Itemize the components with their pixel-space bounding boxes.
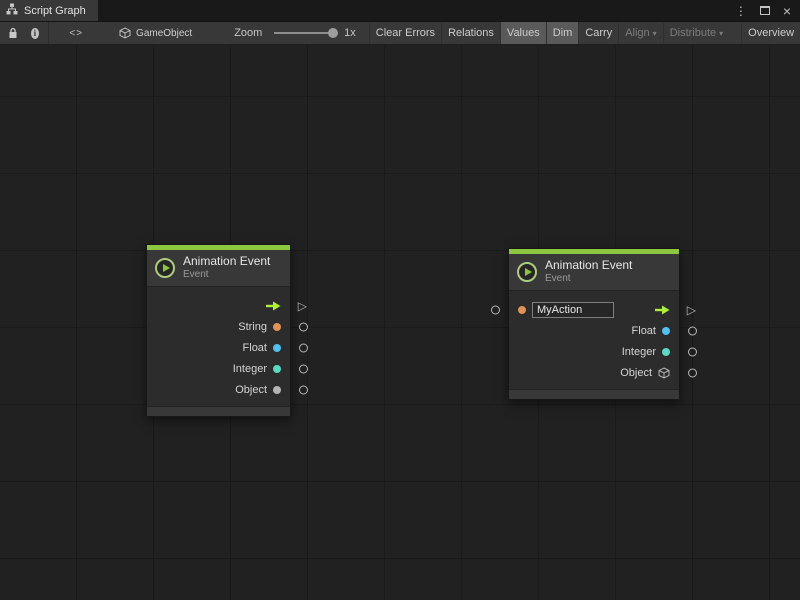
- script-graph-icon: [6, 3, 18, 18]
- node-subtitle: Event: [183, 269, 270, 280]
- port-label: Float: [632, 325, 656, 337]
- info-icon[interactable]: i: [31, 28, 39, 39]
- node-animation-event-2[interactable]: Animation Event Event ▷ Float: [508, 248, 680, 400]
- integer-output-port[interactable]: [688, 347, 697, 356]
- code-icon[interactable]: <>: [69, 22, 83, 44]
- string-type-icon: [518, 306, 526, 314]
- string-output-port[interactable]: [299, 322, 308, 331]
- node-title: Animation Event: [545, 259, 632, 272]
- port-label: Object: [620, 367, 652, 379]
- port-label: Object: [235, 384, 267, 396]
- node-body: ▷ String Float Integer Object: [147, 287, 290, 406]
- output-row-integer: Integer: [509, 341, 679, 362]
- integer-type-icon: [662, 348, 670, 356]
- zoom-value: 1x: [344, 27, 356, 39]
- relations-button[interactable]: Relations: [441, 22, 500, 45]
- node-header[interactable]: Animation Event Event: [147, 250, 290, 287]
- flow-arrow-icon: [654, 305, 670, 315]
- flow-arrow-icon: [265, 301, 281, 311]
- kebab-menu-icon[interactable]: ⋮: [735, 5, 747, 17]
- string-input-port[interactable]: [491, 305, 500, 314]
- clear-errors-button[interactable]: Clear Errors: [369, 22, 441, 45]
- close-icon[interactable]: ×: [783, 4, 791, 18]
- output-row-float: Float: [147, 337, 290, 358]
- distribute-button: Distribute ▾: [663, 22, 729, 45]
- toolbar-buttons: Clear Errors Relations Values Dim Carry …: [369, 22, 800, 45]
- object-output-port[interactable]: [299, 385, 308, 394]
- port-label: Float: [243, 342, 267, 354]
- output-row-object: Object: [509, 362, 679, 383]
- float-output-port[interactable]: [299, 343, 308, 352]
- port-label: String: [238, 321, 267, 333]
- zoom-slider-handle[interactable]: [328, 28, 338, 38]
- port-label: Integer: [622, 346, 656, 358]
- overview-button[interactable]: Overview: [741, 22, 800, 45]
- dim-button[interactable]: Dim: [546, 22, 579, 45]
- float-type-icon: [273, 344, 281, 352]
- output-row-float: Float: [509, 320, 679, 341]
- gameobject-label: GameObject: [136, 28, 192, 39]
- graph-canvas[interactable]: Animation Event Event ▷ String F: [0, 45, 800, 600]
- output-row-integer: Integer: [147, 358, 290, 379]
- integer-type-icon: [273, 365, 281, 373]
- float-output-port[interactable]: [688, 326, 697, 335]
- node-title: Animation Event: [183, 255, 270, 268]
- node-header[interactable]: Animation Event Event: [509, 254, 679, 291]
- values-button[interactable]: Values: [500, 22, 546, 45]
- tab-label: Script Graph: [24, 5, 86, 17]
- event-play-icon: [517, 262, 537, 282]
- tab-bar: Script Graph ⋮ ×: [0, 0, 800, 22]
- flow-output-port[interactable]: ▷: [687, 303, 696, 315]
- string-input-row: ▷: [509, 299, 679, 320]
- maximize-icon[interactable]: [760, 6, 770, 15]
- node-animation-event-1[interactable]: Animation Event Event ▷ String F: [146, 244, 291, 417]
- graph-toolbar: i <> GameObject Zoom 1x Clear Errors Rel…: [0, 22, 800, 45]
- target-gameobject-button[interactable]: GameObject: [119, 27, 192, 39]
- tab-script-graph[interactable]: Script Graph: [0, 0, 98, 21]
- chevron-down-icon: ▾: [719, 29, 723, 38]
- integer-output-port[interactable]: [299, 364, 308, 373]
- action-name-field[interactable]: [532, 302, 614, 318]
- float-type-icon: [662, 327, 670, 335]
- port-label: Integer: [233, 363, 267, 375]
- gameobject-icon: [119, 27, 131, 39]
- carry-button[interactable]: Carry: [578, 22, 618, 45]
- output-row-string: String: [147, 316, 290, 337]
- zoom-slider[interactable]: [274, 32, 334, 34]
- node-body: ▷ Float Integer Object: [509, 291, 679, 389]
- chevron-down-icon: ▾: [653, 29, 657, 38]
- align-button: Align ▾: [618, 22, 662, 45]
- toolbar-separator: [48, 22, 49, 45]
- node-subtitle: Event: [545, 273, 632, 284]
- string-type-icon: [273, 323, 281, 331]
- object-type-icon: [273, 386, 281, 394]
- node-footer: [509, 389, 679, 399]
- flow-output-row: ▷: [147, 295, 290, 316]
- lock-icon[interactable]: [7, 22, 19, 44]
- zoom-label: Zoom: [234, 27, 262, 39]
- output-row-object: Object: [147, 379, 290, 400]
- object-cube-icon: [658, 367, 670, 379]
- event-play-icon: [155, 258, 175, 278]
- node-footer: [147, 406, 290, 416]
- flow-output-port[interactable]: ▷: [298, 299, 307, 311]
- object-output-port[interactable]: [688, 368, 697, 377]
